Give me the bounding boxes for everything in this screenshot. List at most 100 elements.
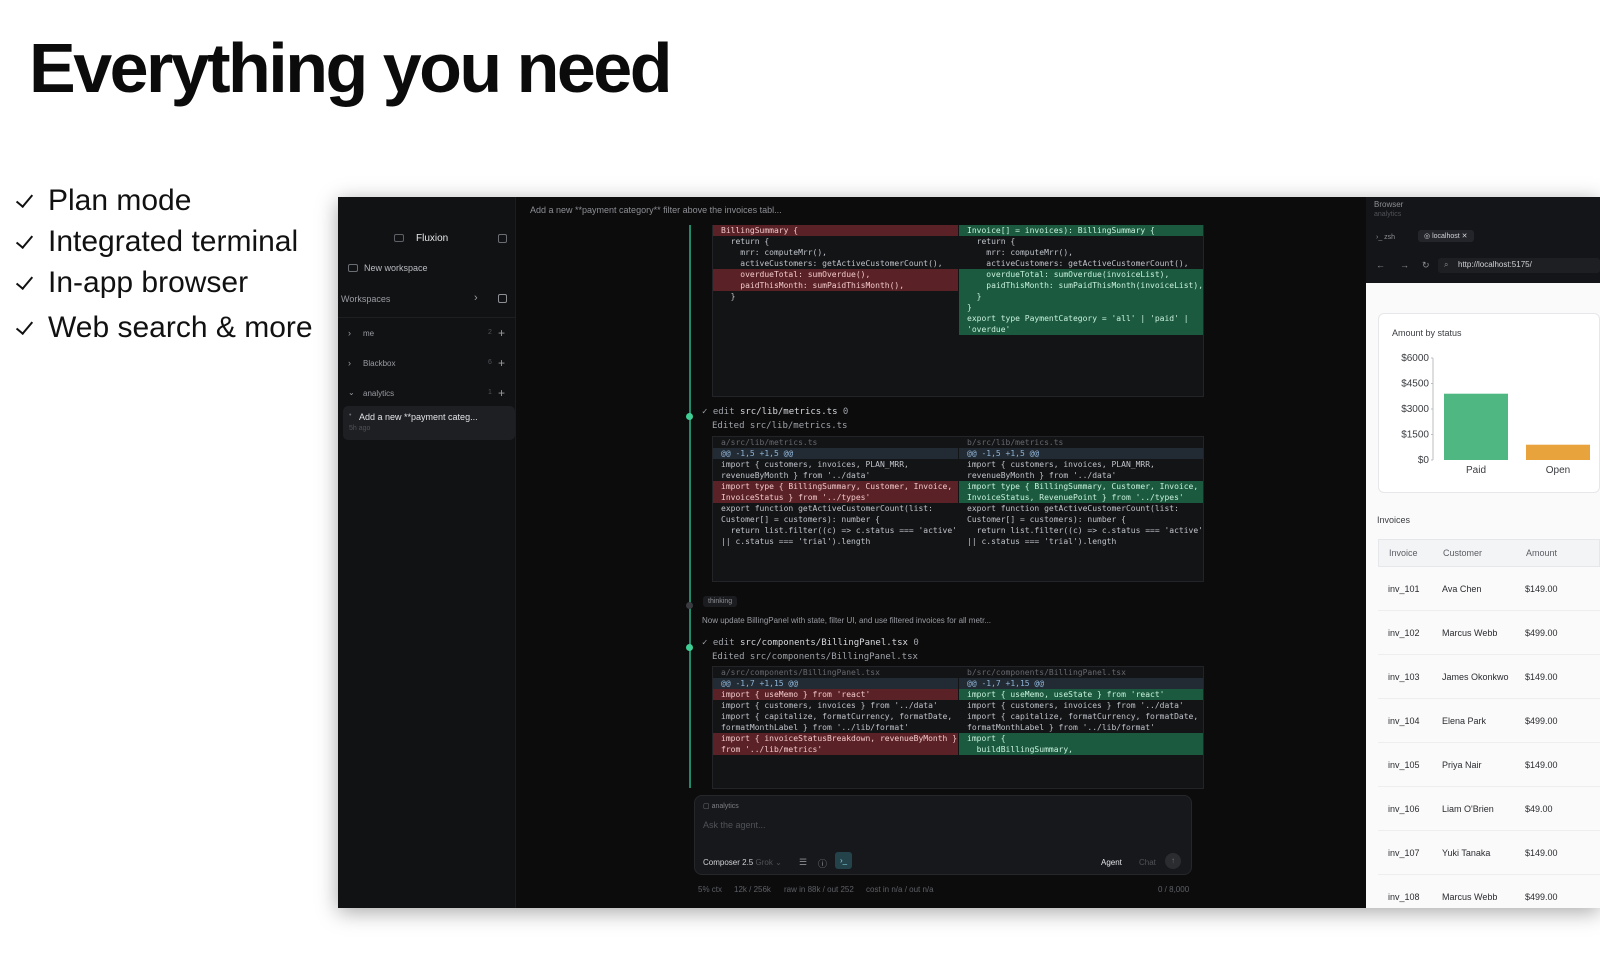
feature-label: Integrated terminal [48,224,299,258]
diff-line: activeCustomers: getActiveCustomerCount(… [967,259,1189,268]
diff-line: import { customers, invoices, PLAN_MRR, [721,460,909,469]
toggle-sidebar-icon[interactable] [498,234,507,243]
workspace-name[interactable]: Blackbox [363,359,395,368]
table-row[interactable]: inv_108 Marcus Webb $499.00 [1378,875,1600,908]
send-icon[interactable]: ↑ [1165,853,1181,869]
table-row[interactable]: inv_106 Liam O'Brien $49.00 [1378,787,1600,831]
feature-list: Plan mode Integrated terminal In-app bro… [16,180,313,348]
diff-line: export function getActiveCustomerCount(l… [721,504,933,513]
invoice-id: inv_108 [1388,891,1420,902]
checkmark-icon [16,318,40,338]
composer: ▢ analytics Ask the agent... Composer 2.… [694,795,1192,875]
bar-chart: $0 $1500 $3000 $4500 $6000 Paid Open [1401,353,1590,476]
chevron-right-icon[interactable]: › [348,328,351,338]
diff-line: import type { BillingSummary, Customer, … [959,481,1203,492]
edit-step[interactable]: ✓ edit src/components/BillingPanel.tsx 0 [702,638,919,648]
invoices-table: Invoice Customer Amount inv_101 Ava Chen $… [1378,539,1600,908]
diff-line: Customer[] = customers): number { [721,515,880,524]
add-icon[interactable]: + [498,326,505,340]
diff-hunk-header: @@ -1,7 +1,15 @@ [959,678,1203,689]
workspace-name[interactable]: me [363,329,374,338]
url-bar[interactable]: ⌕ http://localhost:5175/ [1438,258,1600,273]
diff-line: from '../lib/metrics' [713,744,958,755]
customer-name: Ava Chen [1442,583,1482,594]
new-workspace-button[interactable]: New workspace [364,263,428,273]
diff-block: a/src/lib/metrics.ts @@ -1,5 +1,5 @@ impor… [712,436,1204,582]
table-row[interactable]: inv_107 Yuki Tanaka $149.00 [1378,831,1600,875]
diff-line: InvoiceStatus, RevenuePoint } from '../t… [959,492,1203,503]
chevron-right-icon[interactable]: › [348,358,351,368]
table-row[interactable]: inv_104 Elena Park $499.00 [1378,699,1600,743]
thread-item-active[interactable]: • Add a new **payment categ... 5h ago [343,406,515,440]
diff-hunk-header: @@ -1,7 +1,15 @@ [713,678,958,689]
diff-hunk-header: @@ -1,5 +1,5 @@ [959,448,1203,459]
timeline-node [686,644,693,651]
settings-icon[interactable]: ☰ [799,857,807,868]
invoice-id: inv_103 [1388,671,1420,682]
browser-subtitle: analytics [1374,211,1402,218]
column-header[interactable]: Invoice [1389,548,1418,558]
edit-step[interactable]: ✓ edit src/lib/metrics.ts 0 [702,407,848,417]
new-thread-icon[interactable] [498,294,507,303]
diff-block: BillingSummary { return { mrr: computeMr… [712,225,1204,397]
headline: Everything you need [29,29,672,107]
column-header[interactable]: Amount [1526,548,1557,558]
workspace-name[interactable]: analytics [363,389,394,398]
reload-icon[interactable]: ↻ [1422,260,1430,271]
thinking-chip[interactable]: thinking [703,596,738,607]
diff-right: Invoice[] = invoices): BillingSummary { … [959,225,1203,335]
amount: $149.00 [1525,759,1558,770]
edit-verb: edit [712,407,735,417]
terminal-tab[interactable]: ›_ zsh [1376,234,1395,241]
localhost-tab[interactable]: ◎ localhost ✕ [1418,230,1474,242]
column-header[interactable]: Customer [1443,548,1482,558]
diff-file-header: a/src/lib/metrics.ts [721,438,818,447]
bar[interactable] [1444,393,1508,460]
table-row[interactable]: inv_102 Marcus Webb $499.00 [1378,611,1600,655]
y-tick-label: $4500 [1401,379,1429,390]
add-icon[interactable]: + [498,386,505,400]
diff-line: mrr: computeMrr(), [721,248,827,257]
table-row[interactable]: inv_103 James Okonkwo $149.00 [1378,655,1600,699]
chevron-right-icon[interactable]: › [474,292,478,304]
edit-file: src/components/BillingPanel.tsx [739,638,908,648]
checkmark-icon [16,232,40,252]
chat-mode-tab[interactable]: Chat [1139,858,1156,867]
thread-time: 5h ago [349,425,371,432]
app-window: Fluxion New workspace Workspaces › › me … [338,197,1600,908]
diff-line: } [959,302,1203,313]
diff-line: || c.status === 'trial').length [967,537,1117,546]
context-chip[interactable]: ▢ analytics [703,802,739,810]
prompt-input[interactable]: Ask the agent... [703,820,766,830]
chevron-down-icon[interactable]: ⌄ [348,388,355,397]
table-row[interactable]: inv_105 Priya Nair $149.00 [1378,743,1600,787]
info-icon[interactable]: ⓘ [818,857,827,870]
bar[interactable] [1526,444,1590,460]
forward-icon[interactable]: → [1400,260,1409,270]
diff-file-header: a/src/components/BillingPanel.tsx [721,668,880,677]
close-tab-icon[interactable]: ✕ [1462,233,1468,240]
chart-card: Amount by status $0 $1500 $3000 $4500 $6000 P… [1378,313,1600,493]
add-icon[interactable]: + [498,356,505,370]
model-selector[interactable]: Composer 2.5 Grok ⌄ [703,858,782,867]
diff-block: a/src/components/BillingPanel.tsx @@ -1,7… [712,666,1204,789]
diff-line: } [721,292,736,301]
sidebar: Fluxion New workspace Workspaces › › me … [338,197,516,908]
diff-line: import { capitalize, formatCurrency, for… [721,712,953,721]
amount: $149.00 [1525,583,1558,594]
model-name: Composer 2.5 [703,858,754,867]
workspace-count: 1 [488,389,492,396]
status-tokens: 12k / 256k [734,885,771,894]
invoice-id: inv_102 [1388,627,1420,638]
diff-line: export function getActiveCustomerCount(l… [967,504,1179,513]
table-row[interactable]: inv_101 Ava Chen $149.00 [1378,567,1600,611]
agent-mode-tab[interactable]: Agent [1101,858,1122,867]
edit-verb: edit [712,638,735,648]
customer-name: Liam O'Brien [1442,803,1494,814]
diff-left: BillingSummary { return { mrr: computeMr… [713,225,958,302]
back-icon[interactable]: ← [1376,260,1385,270]
terminal-icon[interactable]: ›_ [835,852,852,869]
diff-line: revenueByMonth } from '../data' [721,471,871,480]
diff-line: overdueTotal: sumOverdue(invoiceList), [959,269,1203,280]
page: Everything you need Plan mode Integrated… [0,0,1600,957]
